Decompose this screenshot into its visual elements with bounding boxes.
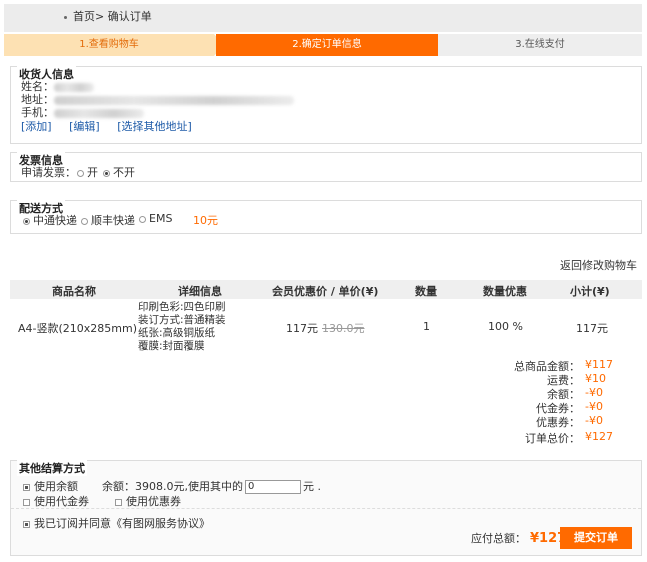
balance-info: 余额：3908.0元,使用其中的 0 元 . xyxy=(102,478,321,494)
invoice-close-option[interactable]: 不开 xyxy=(103,164,135,180)
breadcrumb-current: 确认订单 xyxy=(107,10,152,23)
invoice-label: 申请发票： xyxy=(21,166,76,179)
detail-line: 覆膜:封面覆膜 xyxy=(138,340,205,352)
back-to-cart-link[interactable]: 返回修改购物车 xyxy=(560,257,637,273)
invoice-open-option[interactable]: 开 xyxy=(77,164,98,180)
col-quantity: 数量 xyxy=(415,285,437,298)
detail-line: 纸张:高级铜版纸 xyxy=(138,327,216,339)
product-details: 印刷色彩:四色印刷 装订方式:普通精装 纸张:高级铜版纸 覆膜:封面覆膜 xyxy=(138,301,226,353)
invoice-close-label: 不开 xyxy=(113,166,135,179)
delivery-sf-label: 顺丰快递 xyxy=(91,214,135,227)
product-name[interactable]: A4-竖款(210x285mm) xyxy=(18,320,137,336)
edit-address-link[interactable]: [编辑] xyxy=(69,120,100,133)
invoice-open-label: 开 xyxy=(87,166,98,179)
detail-line: 印刷色彩:四色印刷 xyxy=(138,301,226,313)
checkbox-checked-icon[interactable] xyxy=(23,483,30,491)
radio-icon[interactable] xyxy=(81,217,88,225)
summary-value: -¥0 xyxy=(585,386,603,399)
checkout-steps: 1.查看购物车 2.确定订单信息 3.在线支付 xyxy=(4,34,642,56)
address-links: [添加] [编辑] [选择其他地址] xyxy=(21,118,206,134)
original-price: 130.0元 xyxy=(322,322,365,335)
redacted-phone xyxy=(54,108,144,118)
product-price: 117元 130.0元 xyxy=(286,320,365,336)
col-quantity-discount: 数量优惠 xyxy=(483,285,527,298)
breadcrumb: 首页> 确认订单 xyxy=(4,4,642,32)
submit-order-button[interactable]: 提交订单 xyxy=(560,527,632,549)
add-address-link[interactable]: [添加] xyxy=(21,120,52,133)
use-coupon-label: 使用优惠券 xyxy=(126,495,181,508)
agreement-option[interactable]: 我已订阅并同意《有图网服务协议》 xyxy=(23,515,210,531)
radio-checked-icon[interactable] xyxy=(23,217,30,225)
select-address-link[interactable]: [选择其他地址] xyxy=(117,120,192,133)
radio-checked-icon[interactable] xyxy=(103,169,110,177)
delivery-option-ems[interactable]: EMS xyxy=(139,212,172,225)
detail-line: 装订方式:普通精装 xyxy=(138,314,226,326)
delivery-option-sf[interactable]: 顺丰快递 xyxy=(81,212,135,228)
table-header: 商品名称 详细信息 会员优惠价 / 单价(¥) 数量 数量优惠 小计(¥) xyxy=(10,280,642,299)
radio-icon[interactable] xyxy=(77,169,84,177)
consignee-section: 收货人信息 姓名： 地址： 手机： [添加] [编辑] [选择其他地址] xyxy=(10,66,642,144)
checkbox-icon[interactable] xyxy=(23,498,30,506)
table-row: A4-竖款(210x285mm) 印刷色彩:四色印刷 装订方式:普通精装 纸张:… xyxy=(10,300,642,360)
invoice-section: 发票信息 申请发票： 开 不开 xyxy=(10,152,642,182)
product-discount: 100 % xyxy=(488,320,523,333)
delivery-section: 配送方式 中通快递 顺丰快递 EMS 10元 xyxy=(10,200,642,234)
summary-value: -¥0 xyxy=(585,400,603,413)
use-coupon-option[interactable]: 使用优惠券 xyxy=(115,493,181,509)
summary-label: 优惠券： xyxy=(536,416,580,429)
step-online-pay: 3.在线支付 xyxy=(438,34,642,56)
summary-value: ¥117 xyxy=(585,358,613,371)
checkbox-checked-icon[interactable] xyxy=(23,520,30,528)
use-voucher-option[interactable]: 使用代金券 xyxy=(23,493,89,509)
use-balance-option[interactable]: 使用余额 xyxy=(23,478,78,494)
use-balance-label: 使用余额 xyxy=(34,480,78,493)
summary-label: 订单总价： xyxy=(525,432,580,445)
checkbox-icon[interactable] xyxy=(115,498,122,506)
balance-unit: 元 . xyxy=(303,480,321,493)
balance-text: 余额：3908.0元,使用其中的 xyxy=(102,480,243,493)
delivery-option-zto[interactable]: 中通快递 xyxy=(23,212,77,228)
bullet-icon xyxy=(64,15,67,19)
product-subtotal: 117元 xyxy=(576,322,608,335)
col-details: 详细信息 xyxy=(178,285,222,298)
summary-total-value: ¥127 xyxy=(585,430,613,443)
use-voucher-label: 使用代金券 xyxy=(34,495,89,508)
step-view-cart[interactable]: 1.查看购物车 xyxy=(4,34,214,56)
summary-value: ¥10 xyxy=(585,372,606,385)
col-price: 会员优惠价 / 单价(¥) xyxy=(272,285,379,298)
delivery-zto-label: 中通快递 xyxy=(33,214,77,227)
col-subtotal: 小计(¥) xyxy=(570,285,610,298)
col-product-name: 商品名称 xyxy=(52,285,96,298)
delivery-ems-label: EMS xyxy=(149,212,173,225)
balance-amount-input[interactable]: 0 xyxy=(245,480,301,494)
divider xyxy=(11,508,641,509)
summary-value: -¥0 xyxy=(585,414,603,427)
step-confirm-order: 2.确定订单信息 xyxy=(216,34,438,56)
agreement-label[interactable]: 我已订阅并同意《有图网服务协议》 xyxy=(34,517,210,530)
delivery-fee: 10元 xyxy=(193,214,218,227)
payable-total-label: 应付总额： xyxy=(471,532,526,545)
payable-total: 应付总额： ¥127 xyxy=(471,530,566,546)
radio-icon[interactable] xyxy=(139,215,146,223)
member-price: 117元 xyxy=(286,322,318,335)
other-payment-title: 其他结算方式 xyxy=(17,460,87,476)
other-payment-section: 其他结算方式 使用余额 余额：3908.0元,使用其中的 0 元 . 使用代金券 使… xyxy=(10,460,642,556)
breadcrumb-home[interactable]: 首页> xyxy=(73,10,104,23)
product-quantity: 1 xyxy=(423,320,430,333)
